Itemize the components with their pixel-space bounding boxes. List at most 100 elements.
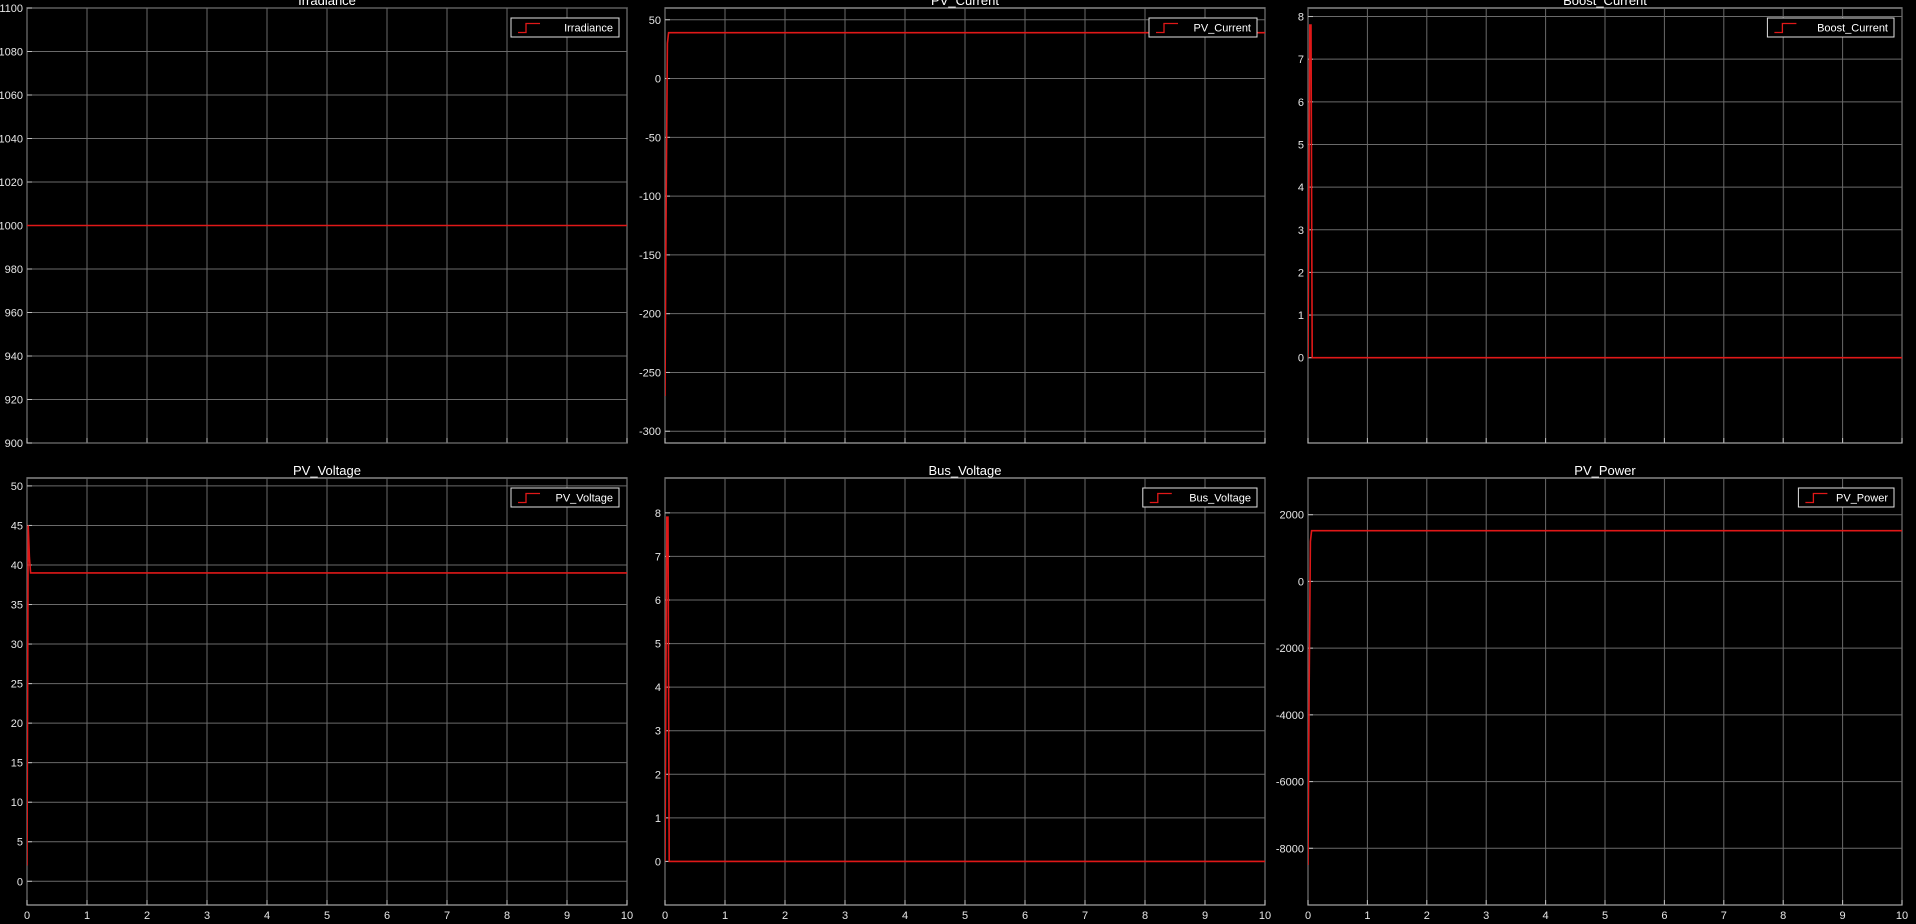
y-tick-label: 1040 (0, 134, 23, 146)
x-tick-label: 10 (1896, 910, 1908, 922)
y-tick-label: 980 (5, 264, 23, 276)
y-tick-label: 0 (1298, 353, 1304, 365)
x-tick-label: 10 (621, 910, 633, 922)
y-tick-label: 940 (5, 351, 23, 363)
y-tick-label: 5 (655, 639, 661, 651)
x-tick-label: 1 (1364, 910, 1370, 922)
y-tick-label: -8000 (1276, 843, 1304, 855)
y-tick-label: 0 (1298, 576, 1304, 588)
panel-title: Boost_Current (1563, 0, 1647, 8)
scope-panel-pv-current: -300 -250 -200 -150 -100 -50 0 50 PV_Current PV_C… (639, 0, 1266, 444)
legend-label: PV_Voltage (556, 493, 614, 505)
x-tick-label: 2 (1424, 910, 1430, 922)
y-tick-label: 7 (655, 551, 661, 563)
legend: PV_Power (1797, 487, 1895, 508)
y-tick-label: 50 (11, 481, 23, 493)
y-tick-label: 0 (17, 876, 23, 888)
y-tick-label: 7 (1298, 54, 1304, 66)
y-tick-label: -250 (639, 367, 661, 379)
y-tick-label: 6 (655, 595, 661, 607)
x-tick-label: 8 (1780, 910, 1786, 922)
x-tick-label: 2 (144, 910, 150, 922)
y-tick-label: 1000 (0, 221, 23, 233)
y-tick-label: 1080 (0, 47, 23, 59)
y-tick-label: 1 (655, 813, 661, 825)
y-tick-label: 1 (1298, 310, 1304, 322)
x-tick-label: 1 (84, 910, 90, 922)
panel-title: PV_Voltage (293, 463, 361, 478)
panel-title: Irradiance (298, 0, 356, 8)
legend: PV_Current (1148, 17, 1258, 38)
panel-title: PV_Current (931, 0, 999, 8)
y-tick-label: 0 (655, 856, 661, 868)
legend-label: Boost_Current (1817, 23, 1888, 35)
panel-title: Bus_Voltage (928, 463, 1001, 478)
y-tick-label: -6000 (1276, 777, 1304, 789)
scope-panel-pv-power: 0 1 2 3 4 5 6 7 8 9 10 -8000 -6000 -4000 -2000 0 2000 PV_… (1276, 463, 1908, 922)
x-tick-label: 8 (1142, 910, 1148, 922)
x-tick-label: 8 (504, 910, 510, 922)
x-tick-label: 6 (384, 910, 390, 922)
y-tick-label: 2000 (1280, 510, 1304, 522)
x-tick-label: 0 (1305, 910, 1311, 922)
y-tick-label: 15 (11, 758, 23, 770)
y-tick-label: 4 (655, 682, 661, 694)
y-tick-label: 1020 (0, 177, 23, 189)
y-tick-label: 3 (1298, 225, 1304, 237)
y-tick-label: 2 (655, 769, 661, 781)
x-tick-label: 9 (1840, 910, 1846, 922)
y-tick-label: 3 (655, 726, 661, 738)
y-tick-label: 45 (11, 520, 23, 532)
y-tick-label: 0 (655, 74, 661, 86)
y-tick-label: -150 (639, 250, 661, 262)
x-tick-label: 7 (444, 910, 450, 922)
panel-title: PV_Power (1574, 463, 1636, 478)
y-tick-label: 5 (1298, 139, 1304, 151)
scope-figure: 900920940960980100010201040106010801100I… (0, 0, 1908, 922)
y-tick-label: 10 (11, 797, 23, 809)
x-tick-label: 9 (1202, 910, 1208, 922)
y-tick-label: 2 (1298, 267, 1304, 279)
scope-panel-irradiance: 900 920 940 960 980 1000 1020 1040 1060 1080 1100 I… (0, 0, 628, 450)
y-tick-label: 8 (655, 508, 661, 520)
y-tick-label: 960 (5, 308, 23, 320)
x-tick-label: 10 (1259, 910, 1271, 922)
y-tick-label: 8 (1298, 12, 1304, 24)
x-tick-label: 5 (962, 910, 968, 922)
x-tick-label: 1 (722, 910, 728, 922)
x-tick-label: 0 (24, 910, 30, 922)
y-tick-label: 900 (5, 438, 23, 450)
scope-panel-boost-current: 0 1 2 3 4 5 6 7 8 Boost_Current Boost_Current (1298, 0, 1903, 444)
legend-label: PV_Power (1836, 493, 1888, 505)
x-tick-label: 3 (842, 910, 848, 922)
y-tick-label: 50 (649, 15, 661, 27)
x-tick-label: 3 (1483, 910, 1489, 922)
y-tick-label: 1100 (0, 3, 23, 15)
y-tick-label: -300 (639, 426, 661, 438)
y-tick-label: 6 (1298, 97, 1304, 109)
x-tick-label: 7 (1721, 910, 1727, 922)
y-tick-label: 5 (17, 837, 23, 849)
x-tick-label: 6 (1022, 910, 1028, 922)
scope-panel-pv-voltage: 0 1 2 3 4 5 6 7 8 9 1005101520253035404550PV_Volta… (11, 463, 633, 922)
y-tick-label: -50 (645, 132, 661, 144)
scope-panel-bus-voltage: 0 1 2 3 4 5 6 7 8 9 10 0 1 2 3 4 5 6 7 8 Bus_Voltage Bus_Volt… (655, 463, 1271, 922)
x-tick-label: 6 (1661, 910, 1667, 922)
legend: Irradiance (510, 17, 620, 38)
y-tick-label: 40 (11, 560, 23, 572)
legend-label: Irradiance (564, 23, 613, 35)
legend: Boost_Current (1766, 17, 1895, 38)
y-tick-label: -4000 (1276, 710, 1304, 722)
y-tick-label: 4 (1298, 182, 1304, 194)
y-tick-label: 35 (11, 600, 23, 612)
y-tick-label: 20 (11, 718, 23, 730)
y-tick-label: 25 (11, 679, 23, 691)
x-tick-label: 9 (564, 910, 570, 922)
y-tick-label: -200 (639, 309, 661, 321)
legend: PV_Voltage (510, 487, 620, 508)
x-tick-label: 7 (1082, 910, 1088, 922)
x-tick-label: 4 (1543, 910, 1549, 922)
y-tick-label: 30 (11, 639, 23, 651)
y-tick-label: 920 (5, 395, 23, 407)
y-tick-label: -100 (639, 191, 661, 203)
